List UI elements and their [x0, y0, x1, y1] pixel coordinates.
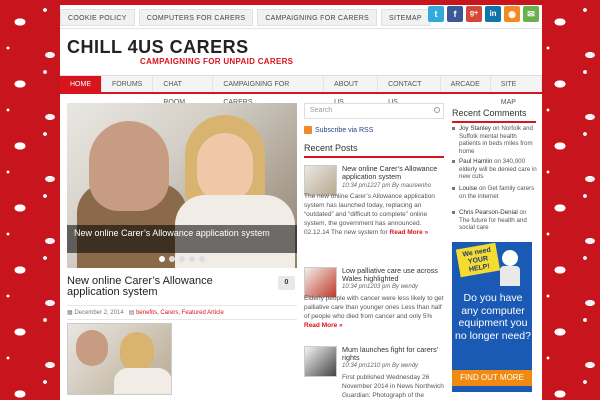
- google-plus-icon[interactable]: g+: [466, 6, 482, 22]
- slider-image-figure: [197, 133, 253, 203]
- top-bar: COOKIE POLICY COMPUTERS FOR CARERS CAMPA…: [60, 5, 542, 29]
- facebook-icon[interactable]: f: [447, 6, 463, 22]
- recent-post-thumbnail[interactable]: [304, 346, 337, 377]
- slider-dot[interactable]: [159, 256, 165, 262]
- recent-comments-heading: Recent Comments: [452, 108, 536, 123]
- featured-slider[interactable]: New online Carer’s Allowance application…: [67, 103, 297, 268]
- post-meta: ▦ December 2, 2014 ▤ benefits, Carers, F…: [67, 305, 297, 320]
- recent-post-excerpt-text: Elderly people with cancer were less lik…: [304, 295, 444, 320]
- social-icons: t f g+ in ◉ ✉: [428, 6, 539, 22]
- thumbnail-figure: [120, 332, 154, 372]
- page-container: COOKIE POLICY COMPUTERS FOR CARERS CAMPA…: [60, 5, 542, 400]
- ad-figure-body: [500, 266, 520, 286]
- post-categories[interactable]: benefits, Carers, Featured Article: [136, 310, 224, 316]
- thumbnail-figure: [76, 330, 108, 366]
- recent-post-excerpt: First published Wednesday 26 November 20…: [342, 374, 444, 399]
- slider-image-figure: [89, 121, 169, 211]
- recent-comment-item[interactable]: Paul Hamlin on 340,000 elderly will be d…: [452, 158, 538, 181]
- read-more-link[interactable]: Read More »: [304, 322, 343, 329]
- slider-dot[interactable]: [199, 256, 205, 262]
- recent-post-meta: 10:34 pm1203 pm By wendy: [342, 284, 419, 290]
- email-icon[interactable]: ✉: [523, 6, 539, 22]
- site-tagline: CAMPAIGNING FOR UNPAID CARERS: [140, 57, 294, 66]
- post-date: December 2, 2014: [74, 310, 124, 316]
- post-title[interactable]: New online Carer’s Allowance application…: [67, 276, 267, 298]
- ad-figure-head: [502, 250, 518, 266]
- recent-posts-heading: Recent Posts: [304, 143, 444, 158]
- rss-icon[interactable]: ◉: [504, 6, 520, 22]
- top-menu: COOKIE POLICY COMPUTERS FOR CARERS CAMPA…: [60, 9, 434, 26]
- recent-post-meta: 10:34 pm1227 pm By maureenho: [342, 183, 432, 189]
- rss-label[interactable]: Subscribe via RSS: [315, 127, 373, 134]
- recent-post-meta: 10:34 pm1210 pm By wendy: [342, 363, 419, 369]
- main-nav: HOME FORUMS CHAT ROOM CAMPAIGNING FOR CA…: [60, 75, 542, 106]
- nav-site-map[interactable]: SITE MAP: [491, 76, 542, 106]
- top-menu-campaigning-for-carers[interactable]: CAMPAIGNING FOR CARERS: [257, 9, 378, 26]
- slider-dot[interactable]: [179, 256, 185, 262]
- search-icon[interactable]: [434, 107, 440, 113]
- recent-post-item: Mum launches fight for carers’ rights 10…: [304, 346, 444, 400]
- comment-author[interactable]: Chris Pearson-Denial: [459, 209, 518, 216]
- comment-count-badge[interactable]: 0: [278, 276, 295, 290]
- recent-comment-item[interactable]: Louise on Get family carers on the inter…: [452, 185, 538, 200]
- nav-campaigning-for-carers[interactable]: CAMPAIGNING FOR CARERS: [213, 76, 325, 106]
- recent-post-excerpt: Elderly people with cancer were less lik…: [304, 294, 444, 330]
- rss-icon: [304, 126, 312, 134]
- folder-icon: ▤: [128, 310, 137, 316]
- top-menu-computers-for-carers[interactable]: COMPUTERS FOR CARERS: [138, 9, 254, 26]
- slider-caption[interactable]: New online Carer’s Allowance application…: [67, 225, 297, 253]
- nav-about-us[interactable]: ABOUT US: [324, 76, 379, 106]
- nav-contact-us[interactable]: CONTACT US: [378, 76, 441, 106]
- slider-dot[interactable]: [169, 256, 175, 262]
- nav-forums[interactable]: FORUMS: [102, 76, 154, 92]
- thumbnail-figure: [114, 368, 171, 394]
- recent-post-title[interactable]: Low palliative care use across Wales hig…: [342, 267, 444, 283]
- recent-comment-item[interactable]: Joy Stanley on Norfolk and Suffolk menta…: [452, 125, 538, 155]
- recent-post-title[interactable]: Mum launches fight for carers’ rights: [342, 346, 444, 362]
- slider-dot[interactable]: [189, 256, 195, 262]
- comment-author[interactable]: Louise: [459, 185, 477, 192]
- donate-computer-ad[interactable]: We need YOUR HELP! Do you have any compu…: [452, 242, 532, 392]
- twitter-icon[interactable]: t: [428, 6, 444, 22]
- ad-text: Do you have any computer equipment you n…: [455, 292, 531, 342]
- nav-home[interactable]: HOME: [60, 76, 102, 92]
- linkedin-icon[interactable]: in: [485, 6, 501, 22]
- post-thumbnail[interactable]: [67, 323, 172, 395]
- comment-author[interactable]: Paul Hamlin: [459, 158, 492, 165]
- site-logo[interactable]: CHILL 4US CARERS: [67, 37, 249, 58]
- top-menu-cookie-policy[interactable]: COOKIE POLICY: [60, 9, 135, 26]
- find-out-more-button[interactable]: FIND OUT MORE: [452, 370, 532, 386]
- slider-pagination: [159, 256, 205, 262]
- recent-post-excerpt: The new online Carer’s Allowance applica…: [304, 192, 444, 237]
- rss-subscribe[interactable]: Subscribe via RSS: [304, 126, 373, 134]
- comment-author[interactable]: Joy Stanley: [459, 125, 491, 132]
- read-more-link[interactable]: Read More »: [390, 229, 429, 236]
- recent-comment-item[interactable]: Chris Pearson-Denial on The future for h…: [452, 209, 538, 232]
- recent-post-title[interactable]: New online Carer’s Allowance application…: [342, 165, 444, 181]
- recent-post-item: Low palliative care use across Wales hig…: [304, 267, 444, 337]
- nav-chat-room[interactable]: CHAT ROOM: [153, 76, 214, 106]
- recent-post-item: New online Carer’s Allowance application…: [304, 165, 444, 257]
- ad-sign: We need YOUR HELP!: [455, 242, 501, 278]
- top-menu-sitemap[interactable]: SITEMAP: [381, 9, 430, 26]
- nav-arcade[interactable]: ARCADE: [441, 76, 491, 92]
- search-input[interactable]: Search: [304, 103, 444, 119]
